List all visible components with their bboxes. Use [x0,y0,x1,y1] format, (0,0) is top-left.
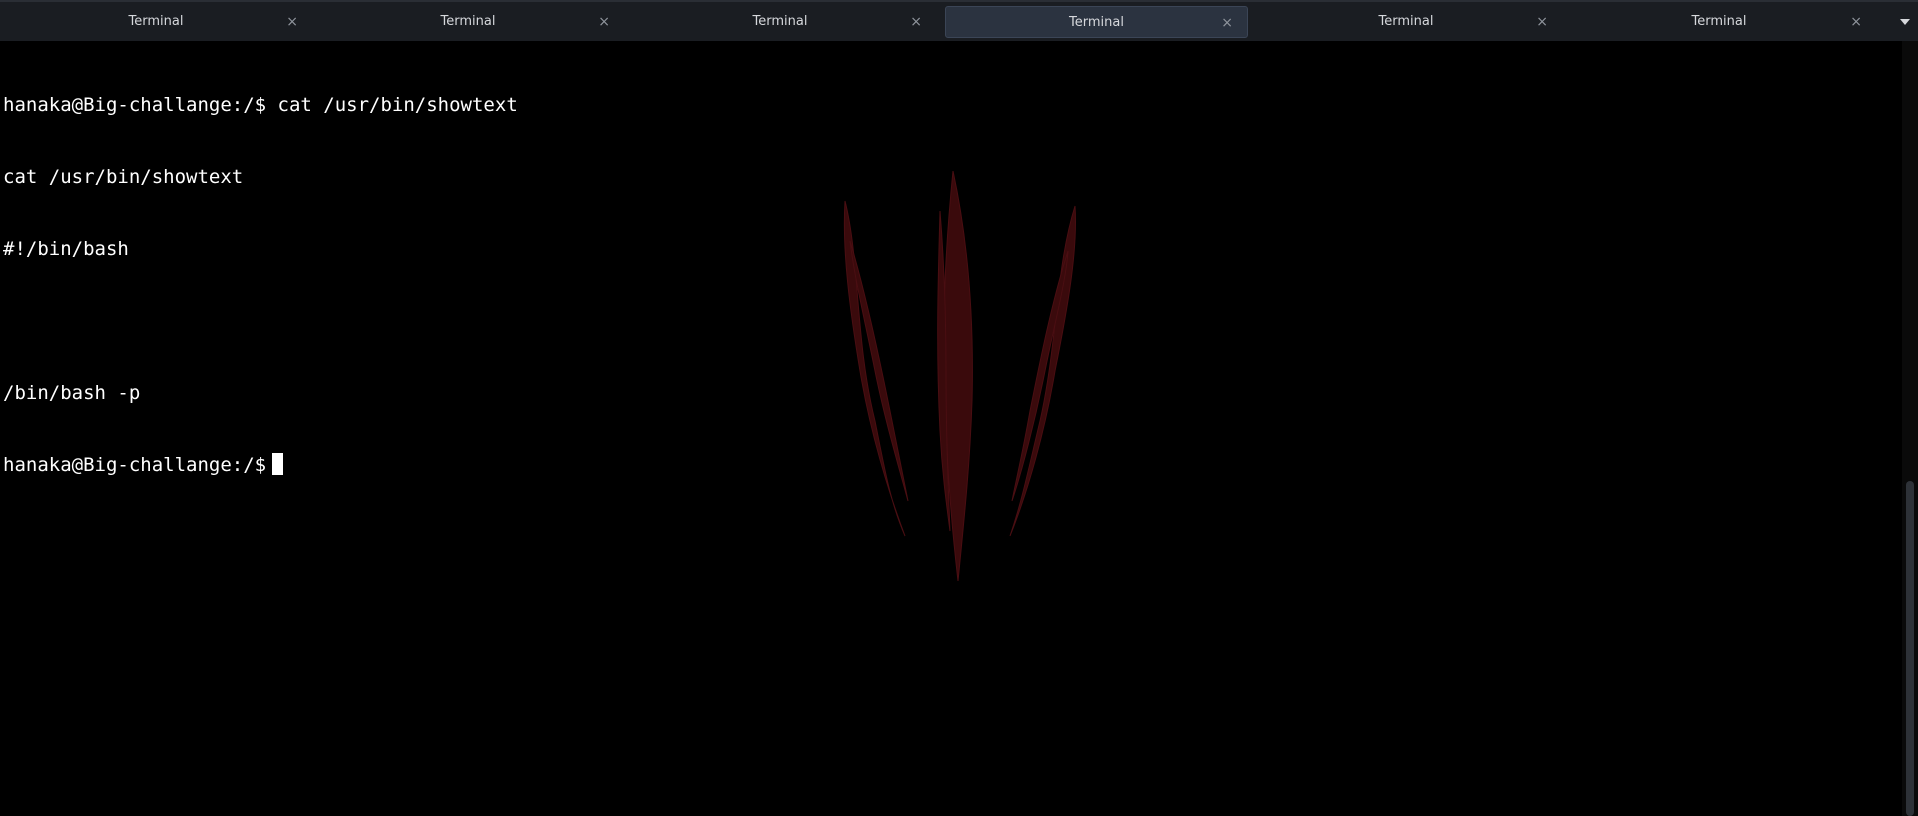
close-icon[interactable]: × [1536,6,1548,38]
close-icon[interactable]: × [910,6,922,38]
terminal-line: cat /usr/bin/showtext [3,166,244,188]
terminal-line: hanaka@Big-challange:/$ cat /usr/bin/sho… [3,94,518,116]
close-icon[interactable]: × [598,6,610,38]
tab-label: Terminal [128,14,184,29]
tab-terminal-4-active[interactable]: Terminal × [945,6,1248,38]
close-icon[interactable]: × [286,6,298,38]
terminal-view[interactable]: hanaka@Big-challange:/$ cat /usr/bin/sho… [0,41,1902,816]
tab-terminal-6[interactable]: Terminal × [1562,6,1876,38]
tab-list-dropdown-icon[interactable] [1900,19,1910,25]
tab-terminal-2[interactable]: Terminal × [312,6,624,38]
tab-label: Terminal [1378,14,1434,29]
scrollbar[interactable] [1902,41,1918,816]
scrollbar-thumb[interactable] [1906,481,1914,816]
close-icon[interactable]: × [1221,7,1233,39]
terminal-output: hanaka@Big-challange:/$ cat /usr/bin/sho… [3,45,518,525]
tab-label: Terminal [752,14,808,29]
terminal-line: #!/bin/bash [3,238,129,260]
tab-label: Terminal [1069,15,1124,30]
tab-terminal-3[interactable]: Terminal × [624,6,936,38]
tab-label: Terminal [1691,14,1747,29]
wallpaper-claw-logo [843,171,1076,582]
tab-terminal-1[interactable]: Terminal × [0,6,312,38]
tab-bar: Terminal × Terminal × Terminal × Termina… [0,0,1918,41]
tab-label: Terminal [440,14,496,29]
terminal-line: /bin/bash -p [3,382,141,404]
tab-terminal-5[interactable]: Terminal × [1250,6,1562,38]
text-cursor [272,453,284,475]
close-icon[interactable]: × [1850,6,1862,38]
terminal-prompt-line[interactable]: hanaka@Big-challange:/$ [3,453,518,477]
terminal-prompt: hanaka@Big-challange:/$ [3,454,267,476]
